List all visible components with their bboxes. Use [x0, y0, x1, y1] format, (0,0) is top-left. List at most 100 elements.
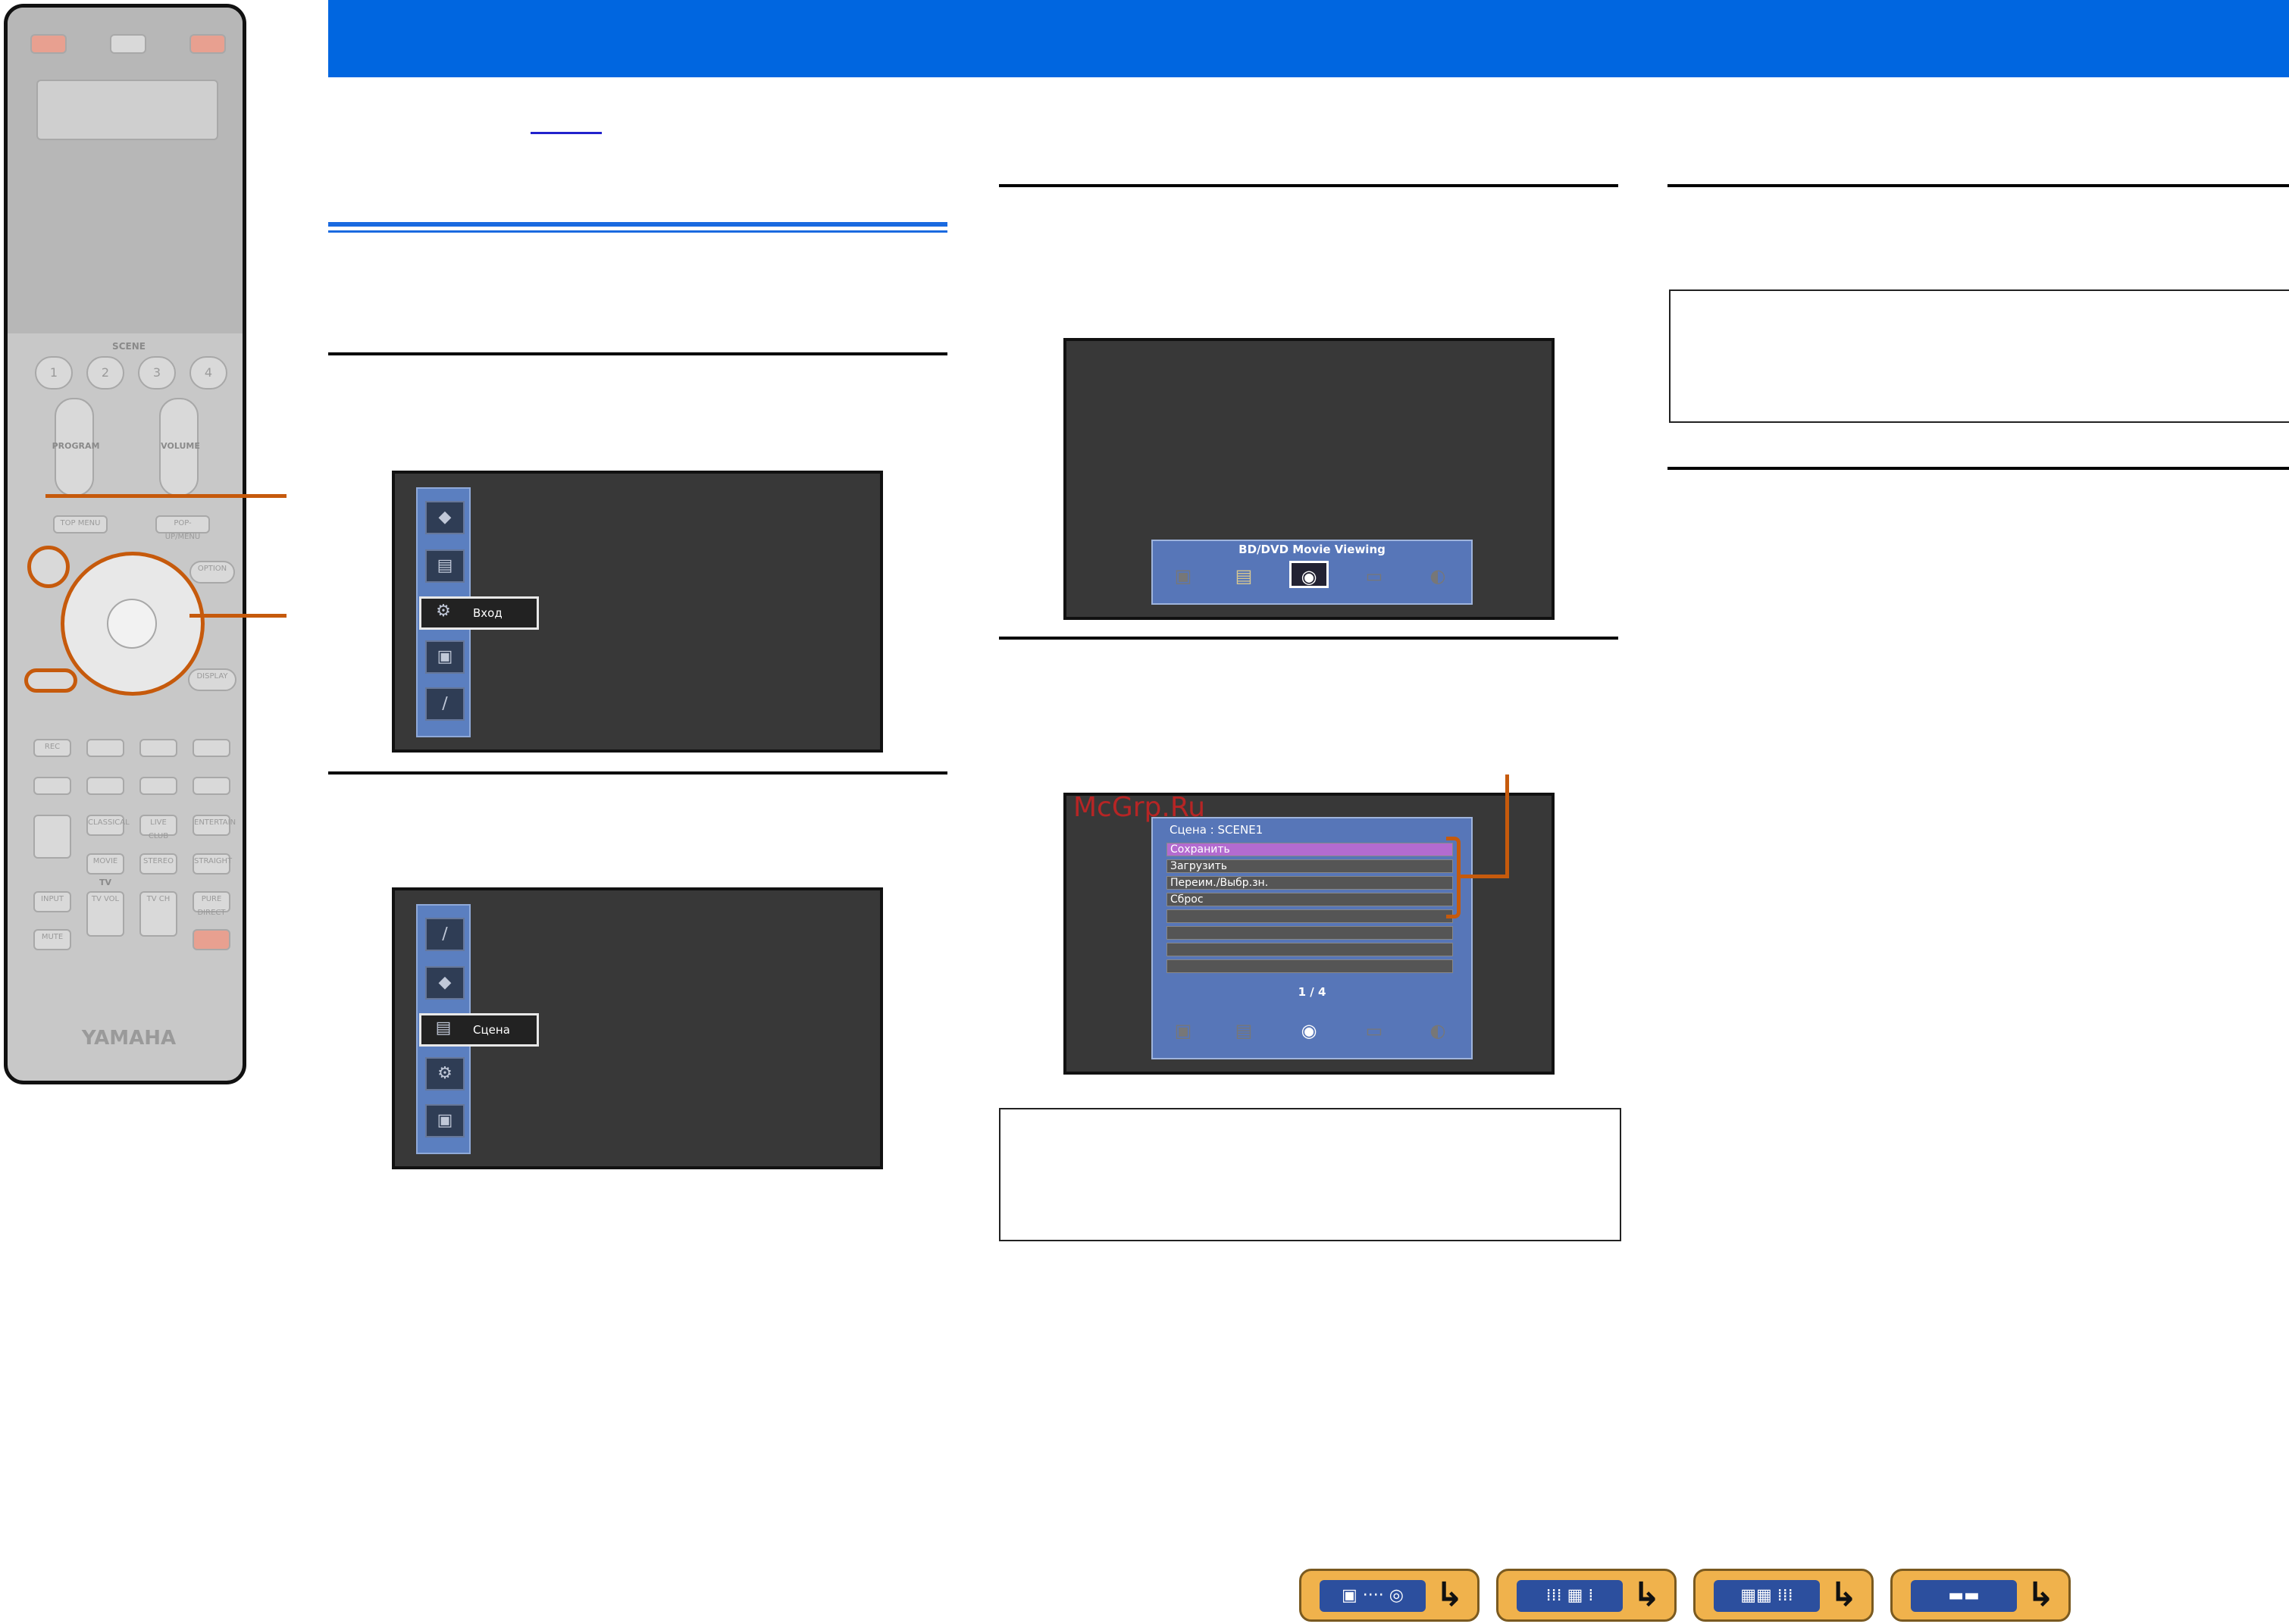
stop-button[interactable] [86, 739, 124, 757]
menu-icon: ▣ [425, 640, 465, 674]
power-button[interactable] [189, 34, 226, 54]
menu-icon: ◆ [425, 501, 465, 534]
scene-button-1[interactable]: 1 [35, 356, 73, 390]
menu-icon: ▣ [425, 1104, 465, 1137]
scene-option-empty [1166, 959, 1453, 973]
classical-button[interactable]: CLASSICAL [86, 815, 130, 836]
straight-button[interactable]: STRAIGHT [193, 853, 232, 875]
option-button[interactable]: OPTION [189, 561, 235, 584]
scene-option-empty [1166, 943, 1453, 956]
section-rule [328, 222, 947, 233]
front-panel-icon: ⁞⁞⁞ ▦ ⁞ [1517, 1580, 1623, 1612]
scene-icon-3: ◉ [1301, 1020, 1317, 1041]
tv-screen-scene-select: BD/DVD Movie Viewing ▣ ▤ ◉ ▭ ◐ [1063, 338, 1555, 620]
scene-icon-5[interactable]: ◐ [1418, 562, 1458, 590]
arrow-icon: ↳ [1830, 1575, 1858, 1614]
remote-display [36, 80, 218, 140]
tv-screen-scene-options: Сцена : SCENE1 Сохранить Загрузить Переи… [1063, 793, 1555, 1075]
stereo-button[interactable]: STEREO [139, 853, 177, 875]
tv-vol-rocker[interactable]: TV VOL [86, 891, 124, 937]
scene-button-4[interactable]: 4 [189, 356, 227, 390]
callout-bracket [1446, 837, 1461, 918]
tv-screen-scene-menu: ∕ ◆ ⚙ ▣ Сцена ▤ [392, 887, 883, 1169]
scene-icon-4: ▭ [1365, 1020, 1383, 1041]
scene-icon: ▤ [435, 1019, 452, 1037]
pure-direct-button[interactable]: PURE DIRECT [193, 891, 230, 917]
volume-label: VOLUME [161, 441, 200, 451]
input-button[interactable]: INPUT [33, 891, 71, 912]
preset-rocker[interactable] [33, 815, 71, 859]
skip-forward-button[interactable] [193, 777, 230, 795]
top-menu-button[interactable]: TOP MENU [53, 515, 108, 534]
menu-icon: ⚙ [425, 1057, 465, 1090]
nav-button-front-panel[interactable]: ⁞⁞⁞ ▦ ⁞ ↳ [1496, 1569, 1677, 1622]
remote-control: SCENE 1 2 3 4 PROGRAM VOLUME TOP MENU PO… [4, 4, 246, 1084]
setup-button[interactable] [24, 668, 77, 693]
fast-forward-button[interactable] [86, 777, 124, 795]
remote-icon: ▬▬ [1911, 1580, 2017, 1612]
enter-button[interactable] [107, 599, 157, 649]
header-bar [328, 0, 2289, 77]
page-reference-link[interactable] [531, 109, 602, 134]
scene-option-rename[interactable]: Переим./Выбр.зн. [1166, 876, 1453, 890]
scene-label: SCENE [112, 341, 146, 352]
callout-line [45, 494, 287, 498]
rec-button[interactable]: REC [33, 739, 71, 757]
step-divider [328, 352, 947, 355]
scene-option-empty [1166, 926, 1453, 940]
rear-panel-icon: ▦▦ ⁞⁞⁞ [1714, 1580, 1820, 1612]
nav-button-receiver[interactable]: ▣ ···· ◎ ↳ [1299, 1569, 1480, 1622]
menu-icon: ◆ [425, 966, 465, 1000]
live-club-button[interactable]: LIVE CLUB [139, 815, 177, 840]
scene-icon-2[interactable]: ▤ [1224, 562, 1263, 590]
power-button[interactable] [30, 34, 67, 54]
mute-button[interactable]: MUTE [33, 929, 71, 950]
return-button[interactable] [27, 546, 70, 588]
scene-option-save[interactable]: Сохранить [1166, 843, 1453, 856]
nav-button-remote[interactable]: ▬▬ ↳ [1890, 1569, 2071, 1622]
callout-line [189, 614, 287, 618]
watermark: McGrp.Ru [1073, 792, 1206, 823]
input-icon: ⚙ [436, 602, 451, 621]
menu-icon: ∕ [425, 687, 465, 721]
note-box [1669, 289, 2289, 423]
movie-button[interactable]: MOVIE [86, 853, 124, 875]
source-button[interactable] [110, 34, 146, 54]
tv-label: TV [99, 878, 112, 887]
scene-icon-1[interactable]: ▣ [1163, 562, 1203, 590]
menu-icon: ▤ [425, 549, 465, 583]
nav-button-rear-panel[interactable]: ▦▦ ⁞⁞⁞ ↳ [1693, 1569, 1874, 1622]
note-box [999, 1108, 1621, 1241]
program-label: PROGRAM [52, 441, 100, 451]
scene-icon-1: ▣ [1174, 1020, 1192, 1041]
brand-logo: YAMAHA [81, 1027, 177, 1050]
display-button[interactable]: DISPLAY [188, 668, 236, 691]
page-indicator: 1 / 4 [1298, 985, 1326, 999]
rewind-button[interactable] [33, 777, 71, 795]
scene-icon-3[interactable]: ◉ [1289, 561, 1329, 588]
arrow-icon: ↳ [2027, 1575, 2055, 1614]
popup-menu-button[interactable]: POP-UP/MENU [155, 515, 210, 541]
tv-ch-rocker[interactable]: TV CH [139, 891, 177, 937]
scene-panel: Сцена : SCENE1 Сохранить Загрузить Переи… [1151, 817, 1473, 1059]
scene-osd-bar: BD/DVD Movie Viewing ▣ ▤ ◉ ▭ ◐ [1151, 540, 1473, 605]
play-button[interactable] [193, 739, 230, 757]
tv-power-button[interactable] [193, 929, 230, 950]
receiver-icon: ▣ ···· ◎ [1320, 1580, 1426, 1612]
scene-icon-2: ▤ [1235, 1020, 1253, 1041]
skip-back-button[interactable] [139, 777, 177, 795]
scene-button-3[interactable]: 3 [138, 356, 176, 390]
menu-icon: ∕ [425, 918, 465, 951]
scene-option-load[interactable]: Загрузить [1166, 859, 1453, 873]
step-divider [1667, 184, 2289, 187]
step-divider [1667, 467, 2289, 470]
arrow-icon: ↳ [1436, 1575, 1464, 1614]
scene-button-2[interactable]: 2 [86, 356, 124, 390]
scene-option-reset[interactable]: Сброс [1166, 893, 1453, 906]
tv-screen-input-menu: ◆ ▤ ▣ ∕ Вход ⚙ [392, 471, 883, 753]
scene-icon-5: ◐ [1429, 1020, 1446, 1041]
step-divider [328, 771, 947, 774]
entertain-button[interactable]: ENTERTAIN [193, 815, 236, 836]
pause-button[interactable] [139, 739, 177, 757]
scene-icon-4[interactable]: ▭ [1354, 562, 1394, 590]
